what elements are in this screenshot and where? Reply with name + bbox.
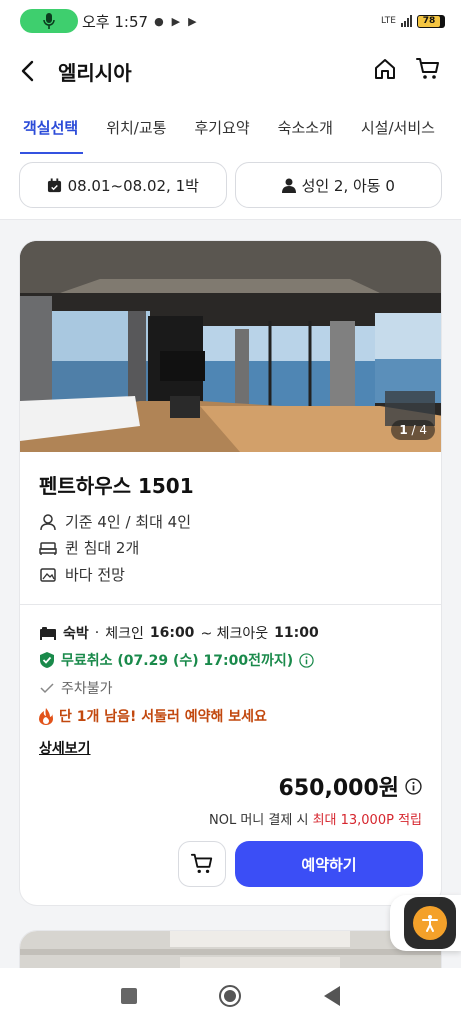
urgent-row: 단 1개 남음! 서둘러 예약해 보세요 — [39, 706, 267, 726]
shield-check-icon — [40, 652, 54, 668]
system-nav-bar — [0, 968, 461, 1024]
date-filter-button[interactable]: 08.01~08.02, 1박 — [19, 162, 227, 208]
photo-total: / 4 — [411, 423, 428, 437]
back-button[interactable] — [20, 55, 52, 87]
status-time: 오후 1:57 — [82, 12, 149, 31]
divider — [20, 604, 441, 605]
parking-row: 주차불가 — [39, 678, 113, 698]
bed-row: 퀸 침대 2개 — [39, 537, 139, 558]
tab-location[interactable]: 위치/교통 — [103, 100, 169, 154]
parking-label: 주차불가 — [61, 681, 113, 697]
home-button[interactable] — [373, 57, 397, 85]
app-header: 엘리시아 — [0, 42, 461, 100]
room-name: 펜트하우스 1501 — [39, 474, 194, 498]
person-icon — [40, 513, 56, 530]
tab-reviews[interactable]: 후기요약 — [191, 100, 252, 154]
urgent-label: 단 1개 남음! 서둘러 예약해 보세요 — [59, 709, 267, 725]
cart-button[interactable] — [415, 56, 441, 86]
bed-label: 퀸 침대 2개 — [65, 539, 140, 557]
calendar-icon — [47, 177, 61, 192]
bed-filled-icon — [40, 627, 56, 640]
back-nav-button[interactable] — [323, 986, 340, 1006]
info-icon[interactable] — [299, 652, 314, 668]
mic-icon — [43, 13, 55, 29]
stay-separator: · — [94, 625, 100, 641]
checkout-label: ~ 체크아웃 — [200, 626, 269, 642]
room-card: 1 / 4 펜트하우스 1501 기준 4인 / 최대 4인 퀸 침대 2개 바… — [19, 240, 442, 906]
tab-room-select[interactable]: 객실선택 — [20, 100, 84, 154]
search-filters: 08.01~08.02, 1박 성인 2, 아동 0 — [0, 154, 461, 220]
checkout-time: 11:00 — [274, 625, 319, 641]
play-icon: ▶ — [171, 14, 181, 28]
chat-icon: ● — [154, 14, 164, 28]
cart-icon — [190, 853, 213, 874]
mic-indicator — [20, 9, 78, 33]
free-cancel-label: 무료취소 (07.29 (수) 17:00전까지) — [61, 653, 294, 669]
add-to-cart-button[interactable] — [178, 841, 226, 887]
room-price: 650,000원 — [278, 776, 399, 801]
ocean-view-room-image — [20, 241, 441, 452]
network-label: LTE — [381, 16, 396, 26]
free-cancel-row: 무료취소 (07.29 (수) 17:00전까지) — [39, 650, 314, 670]
book-button[interactable]: 예약하기 — [235, 841, 423, 887]
view-row: 바다 전망 — [39, 564, 125, 585]
capacity-label: 기준 4인 / 최대 4인 — [65, 513, 192, 531]
view-label: 바다 전망 — [65, 566, 125, 584]
page-title: 엘리시아 — [58, 60, 132, 85]
screen: 오후 1:57 ● ▶ ▶ LTE 78 엘리시아 객실선택 위치/교통 후기요… — [0, 0, 461, 1024]
play-icon: ▶ — [188, 14, 197, 28]
point-row: NOL 머니 결제 시 최대 13,000P 적립 — [209, 809, 422, 828]
home-icon — [375, 59, 395, 79]
checkin-time: 16:00 — [149, 625, 195, 641]
tab-intro[interactable]: 숙소소개 — [275, 100, 336, 154]
point-highlight: 최대 13,000P 적립 — [312, 813, 422, 828]
fire-icon — [39, 707, 53, 725]
section-tabs: 객실선택 위치/교통 후기요약 숙소소개 시설/서비스 — [0, 100, 461, 154]
image-icon — [40, 567, 56, 582]
photo-counter: 1 / 4 — [391, 420, 435, 440]
check-icon — [40, 683, 54, 694]
person-icon — [281, 178, 296, 193]
bed-icon — [39, 541, 57, 555]
stay-info-row: 숙박 · 체크인 16:00 ~ 체크아웃 11:00 — [39, 623, 319, 643]
photo-index: 1 — [399, 423, 408, 437]
recent-apps-button[interactable] — [121, 988, 138, 1004]
tab-facilities[interactable]: 시설/서비스 — [358, 100, 438, 154]
home-nav-button[interactable] — [219, 985, 242, 1007]
header-actions — [373, 56, 441, 86]
battery-level: 78 — [418, 15, 440, 27]
accessibility-float — [390, 895, 461, 951]
detail-link[interactable]: 상세보기 — [39, 738, 91, 758]
status-right: LTE 78 — [381, 14, 445, 28]
info-icon[interactable] — [405, 777, 422, 795]
price-row: 650,000원 — [279, 770, 422, 802]
guest-filter-label: 성인 2, 아동 0 — [301, 176, 395, 195]
stay-type: 숙박 — [63, 626, 89, 642]
battery-icon: 78 — [417, 14, 445, 28]
guest-filter-button[interactable]: 성인 2, 아동 0 — [234, 162, 442, 208]
date-filter-label: 08.01~08.02, 1박 — [67, 176, 199, 195]
room-photo[interactable]: 1 / 4 — [20, 241, 441, 452]
cart-icon — [416, 58, 439, 79]
notification-icons: ● ▶ ▶ — [154, 15, 197, 28]
signal-icon — [401, 15, 412, 27]
checkin-label: 체크인 — [105, 626, 144, 642]
capacity-row: 기준 4인 / 최대 4인 — [39, 511, 191, 532]
accessibility-icon — [413, 906, 447, 940]
status-bar: 오후 1:57 ● ▶ ▶ LTE 78 — [0, 0, 461, 42]
accessibility-button[interactable] — [404, 897, 456, 949]
point-prefix: NOL 머니 결제 시 — [209, 813, 309, 828]
chevron-left-icon — [21, 60, 34, 82]
